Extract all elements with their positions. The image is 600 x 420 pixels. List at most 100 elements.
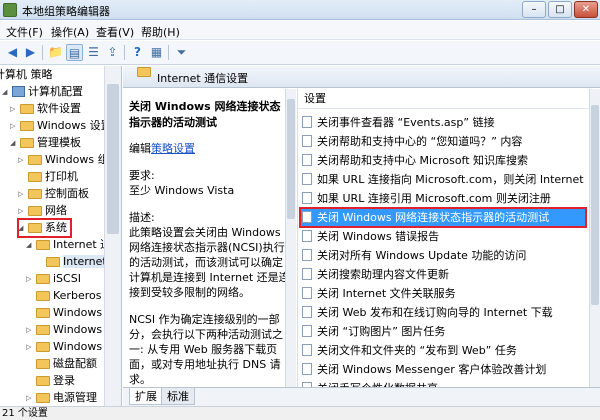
folder-icon [28,172,42,182]
tree-item-system[interactable]: ◢ 系统 [17,218,72,238]
settings-header-title: Internet 通信设置 [157,72,249,85]
setting-label: 关闭文件和文件夹的 “发布到 Web” 任务 [317,344,517,357]
setting-row[interactable]: 如果 URL 连接指向 Microsoft.com，则关闭 Internet 连… [300,170,586,189]
maximize-button[interactable]: □ [548,1,572,18]
setting-row[interactable]: 关闭帮助和支持中心的 “您知道吗？” 内容 [300,132,586,151]
requirements-value: 至少 Windows Vista [129,184,235,197]
title-bar: 本地组策略编辑器 – □ ✕ [0,0,600,20]
policy-setting-icon [302,306,312,318]
setting-row[interactable]: 关闭事件查看器 “Events.asp” 链接 [300,113,586,132]
list-view-icon[interactable]: ☰ [85,44,102,61]
forward-arrow-icon[interactable]: ▶ [22,44,39,61]
setting-label: 关闭 Windows 错误报告 [317,230,440,243]
view-tabs: 扩展 标准 [123,387,600,406]
setting-label: 关闭对所有 Windows Update 功能的访问 [317,249,527,262]
folder-icon [36,342,50,352]
folder-icon [28,189,42,199]
setting-label: 如果 URL 连接指向 Microsoft.com，则关闭 Internet 连… [317,173,586,186]
tree-item-iscsi[interactable]: ▷ iSCSI [26,270,81,288]
minimize-button[interactable]: – [522,1,546,18]
policy-setting-icon [302,211,312,223]
policy-title: 关闭 Windows 网络连接状态指示器的活动测试 [129,100,281,129]
setting-label: 关闭 Windows Messenger 客户体验改善计划 [317,363,547,376]
tree-item-computer-config[interactable]: ◢ 计算机配置 [2,83,83,101]
setting-label: 关闭 “订购图片” 图片任务 [317,325,446,338]
folder-open-icon [28,223,42,233]
tree-item-network[interactable]: ▷ 网络 [18,202,67,220]
setting-row[interactable]: 关闭 Windows 错误报告 [300,227,586,246]
up-folder-icon[interactable]: 📁 [47,44,64,61]
tree-item-windows-settings[interactable]: ▷ Windows 设置 [10,117,112,135]
help-icon[interactable]: ? [129,44,146,61]
tree-item-root[interactable]: 计算机 策略 [0,66,53,84]
description-text-2: NCSI 作为确定连接级别的一部分，会执行以下两种活动测试之一: 从专用 Web… [129,313,283,386]
description-text: 此策略设置会关闭由 Windows 网络连接状态指示器(NCSI)执行的活动测试… [129,226,290,299]
show-hide-tree-icon[interactable]: ▤ [66,44,83,61]
setting-row[interactable]: 关闭对所有 Windows Update 功能的访问 [300,246,586,265]
policy-setting-icon [302,154,312,166]
tab-extended[interactable]: 扩展 [129,388,163,405]
setting-label: 关闭 Internet 文件关联服务 [317,287,456,300]
export-list-icon[interactable]: ⇪ [104,44,121,61]
setting-row[interactable]: 关闭帮助和支持中心 Microsoft 知识库搜索 [300,151,586,170]
edit-policy-link[interactable]: 策略设置 [151,142,195,155]
setting-row[interactable]: 如果 URL 连接引用 Microsoft.com 则关闭注册 [300,189,586,208]
folder-icon [36,376,50,386]
settings-column-header[interactable]: 设置 [298,89,600,109]
setting-row[interactable]: 关闭 Windows 网络连接状态指示器的活动测试 [299,207,587,228]
setting-row[interactable]: 关闭 Windows Messenger 客户体验改善计划 [300,360,586,379]
setting-row[interactable]: 关闭 Web 发布和在线订购向导的 Internet 下载 [300,303,586,322]
setting-row[interactable]: 关闭 Internet 文件关联服务 [300,284,586,303]
tree-item-internet-comm-settings[interactable]: Internet [36,253,107,271]
group-policy-icon [3,3,17,17]
properties-icon[interactable]: ▦ [148,44,165,61]
policy-setting-icon [302,230,312,242]
tree-item-logon[interactable]: 登录 [26,372,75,390]
policy-setting-icon [302,135,312,147]
setting-label: 关闭帮助和支持中心的 “您知道吗？” 内容 [317,135,523,148]
menu-action[interactable]: 操作(A) [51,24,89,40]
computer-icon [12,86,25,97]
folder-icon [46,257,60,267]
tree-item-power-management[interactable]: ▷ 电源管理 [26,389,97,406]
setting-label: 关闭 Web 发布和在线订购向导的 Internet 下载 [317,306,553,319]
description-pane: 关闭 Windows 网络连接状态指示器的活动测试 编辑策略设置 要求: 至少 … [123,89,296,387]
policy-setting-icon [302,249,312,261]
folder-icon [137,67,151,77]
requirements-label: 要求: [129,169,155,182]
tab-standard[interactable]: 标准 [161,388,195,405]
setting-label: 关闭搜索助理内容文件更新 [317,268,449,281]
policy-setting-icon [302,344,312,356]
folder-icon [36,393,50,403]
folder-icon [20,104,34,114]
menu-help[interactable]: 帮助(H) [141,24,180,40]
back-arrow-icon[interactable]: ◀ [4,44,21,61]
policy-setting-icon [302,268,312,280]
folder-icon [36,308,50,318]
tree-item-admin-templates[interactable]: ◢ 管理模板 [10,134,81,152]
menu-file[interactable]: 文件(F) [6,24,43,40]
menu-view[interactable]: 查看(V) [96,24,134,40]
tree-item-kerberos[interactable]: Kerberos [26,287,101,305]
tree-scrollbar[interactable] [104,66,121,406]
setting-label: 如果 URL 连接引用 Microsoft.com 则关闭注册 [317,192,551,205]
settings-list-scrollbar[interactable] [589,89,600,387]
tree-item-disk-quota[interactable]: 磁盘配额 [26,355,97,373]
policy-setting-icon [302,363,312,375]
folder-icon [36,325,50,335]
tree-item-software-settings[interactable]: ▷ 软件设置 [10,100,81,118]
tree-item-control-panel[interactable]: ▷ 控制面板 [18,185,89,203]
setting-row[interactable]: 关闭手写个性化数据共享 [300,379,586,387]
description-scrollbar[interactable] [285,89,296,387]
toolbar: ◀ ▶ 📁 ▤ ☰ ⇪ ? ▦ ⏷ [0,41,600,65]
policy-setting-icon [302,173,312,185]
setting-row[interactable]: 关闭搜索助理内容文件更新 [300,265,586,284]
close-button[interactable]: ✕ [574,1,598,18]
setting-row[interactable]: 关闭文件和文件夹的 “发布到 Web” 任务 [300,341,586,360]
filter-icon[interactable]: ⏷ [173,44,190,61]
tree-item-printers[interactable]: 打印机 [18,168,78,186]
window-title: 本地组策略编辑器 [22,5,110,18]
policy-setting-icon [302,116,312,128]
setting-row[interactable]: 关闭 “订购图片” 图片任务 [300,322,586,341]
tree-item-internet-comm[interactable]: ◢ Internet 通 [26,236,111,254]
